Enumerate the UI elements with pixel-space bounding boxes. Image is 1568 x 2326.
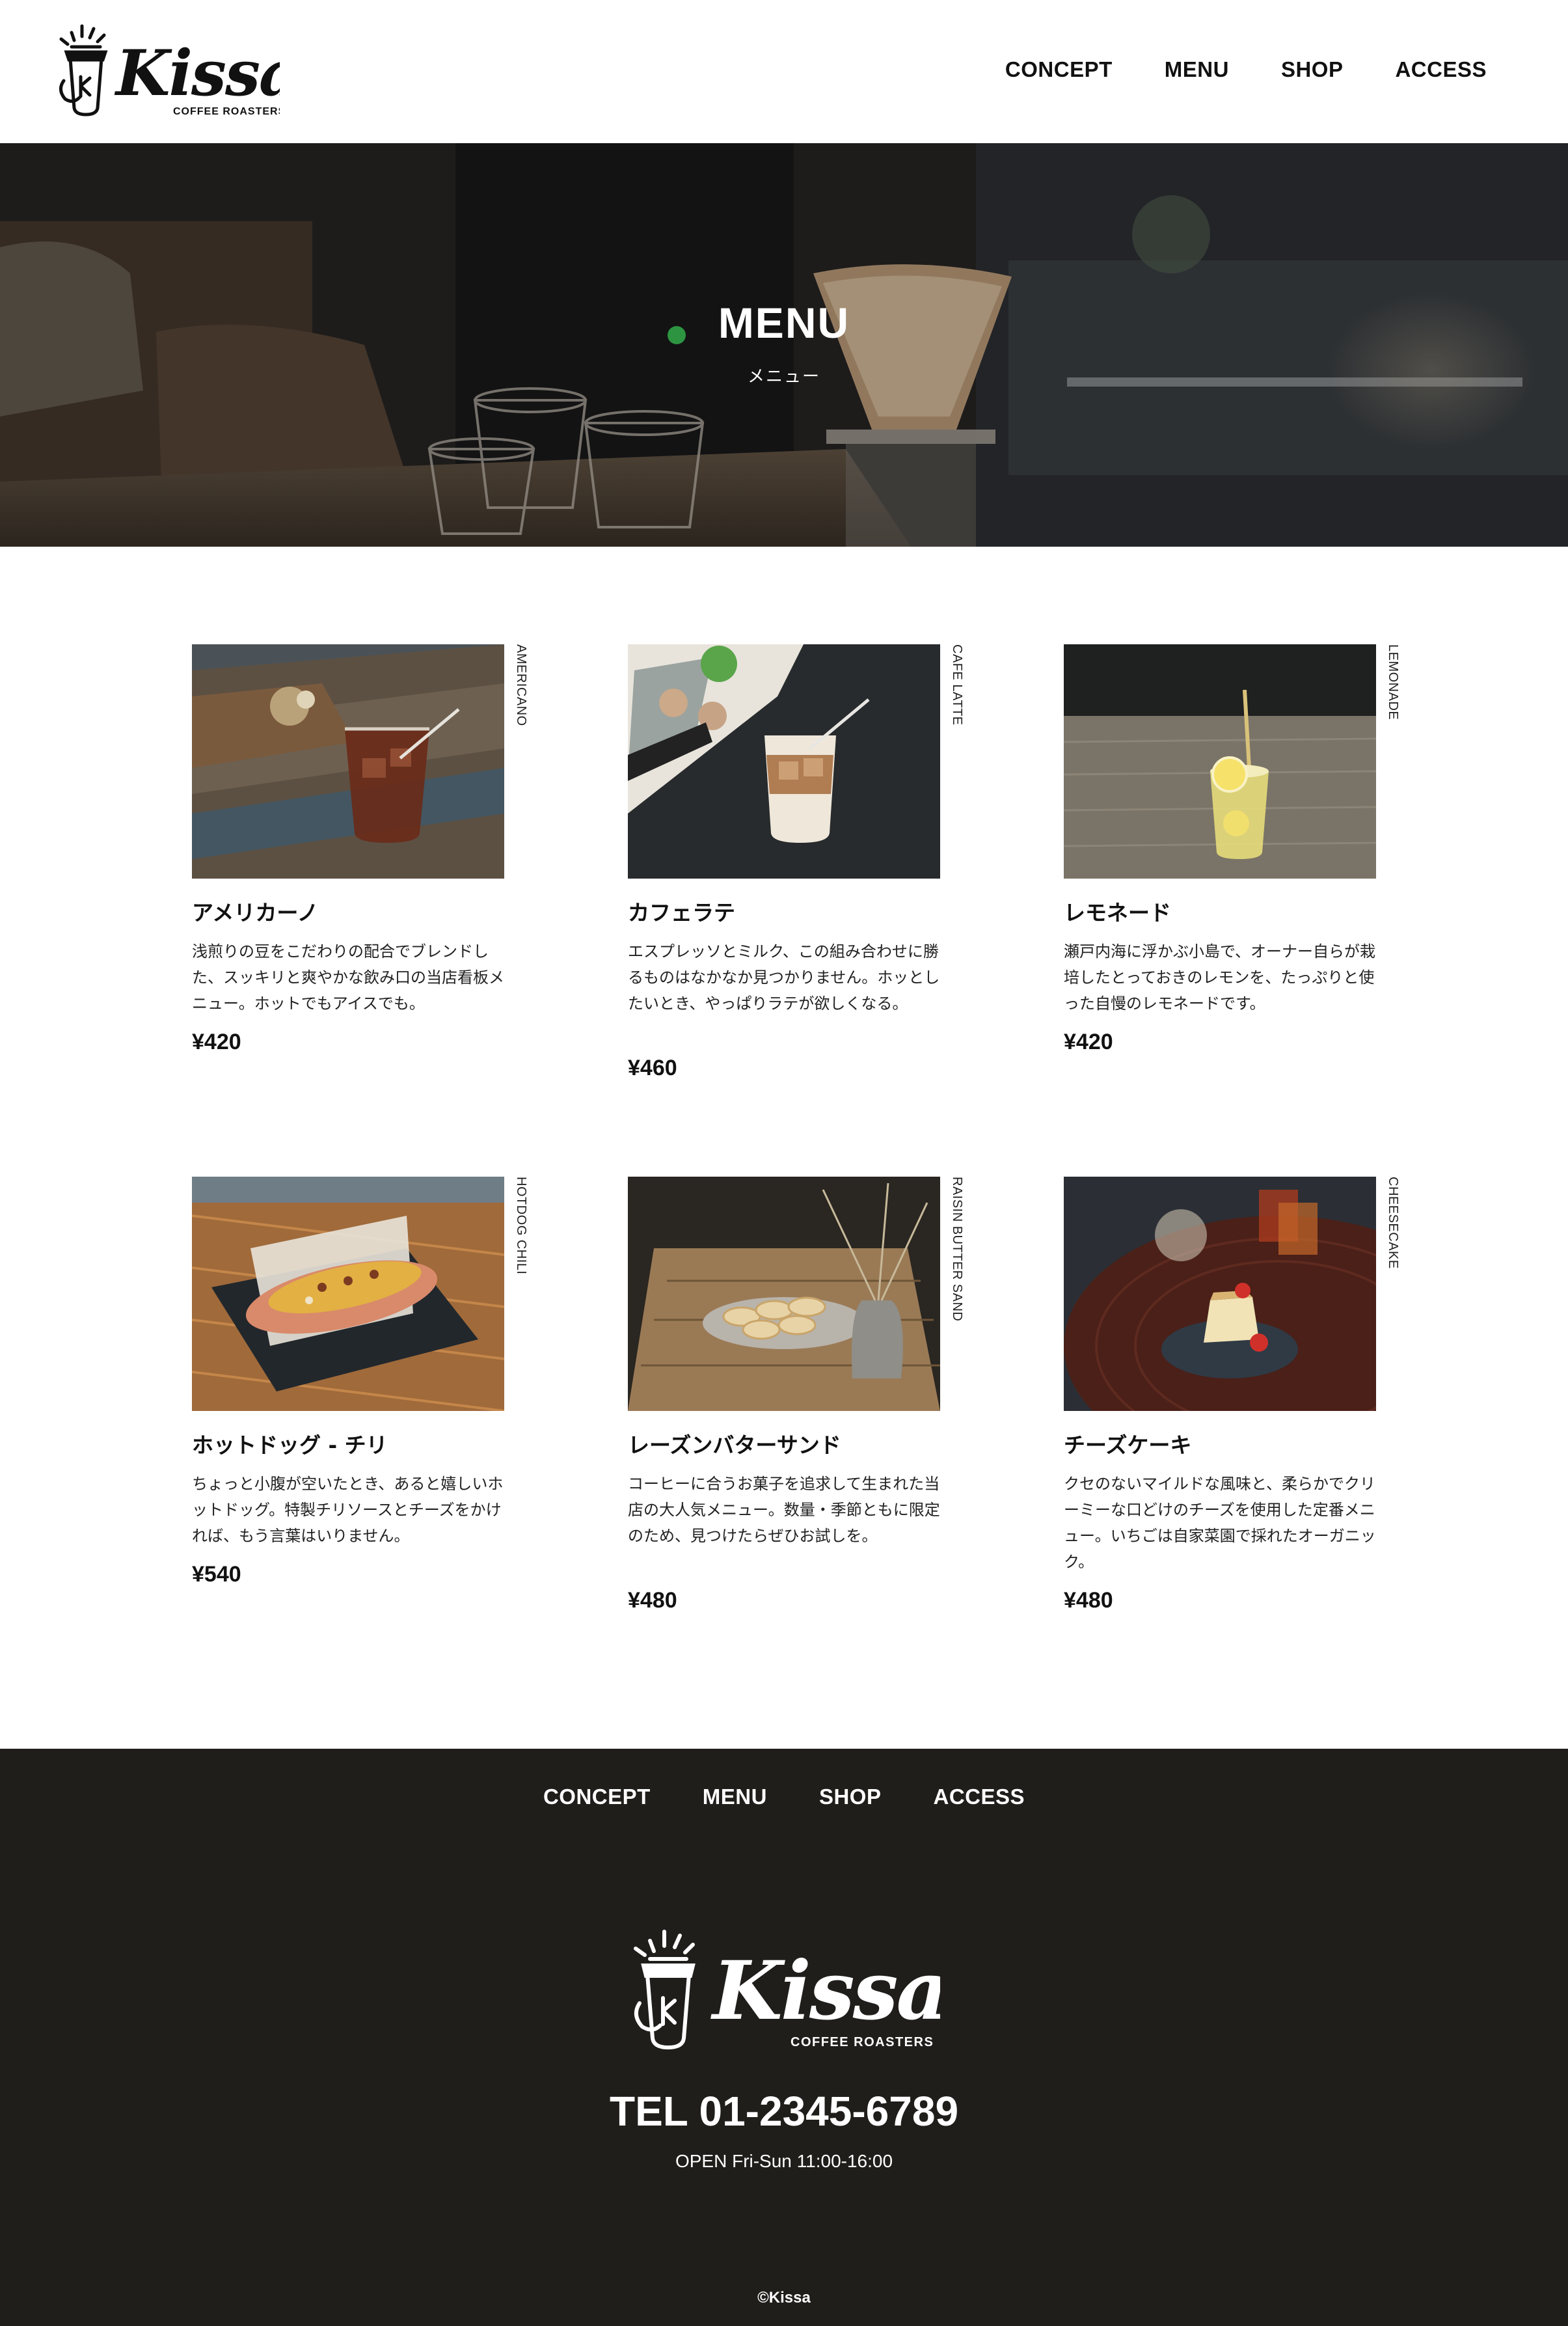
menu-item-name: ホットドッグ - チリ [192, 1432, 388, 1458]
footer-hours: OPEN Fri-Sun 11:00-16:00 [675, 2151, 893, 2171]
header-nav: CONCEPT MENU SHOP ACCESS [1005, 57, 1487, 82]
menu-label-en: AMERICANO [514, 644, 528, 726]
menu-item-description: エスプレッソとミルク、この組み合わせに勝るものはなかなか見つかりません。ホッとし… [628, 942, 940, 1013]
menu-item-name: チーズケーキ [1064, 1432, 1192, 1458]
menu-item-description: ちょっと小腹が空いたとき、あると嬉しいホットドッグ。特製チリソースとチーズをかけ… [192, 1475, 504, 1545]
menu-item-name: レモネード [1064, 900, 1171, 925]
site-header: Kissa COFFEE ROASTERS CONCEPT MENU SHOP … [0, 0, 1568, 143]
menu-label-en: CHEESECAKE [1386, 1177, 1400, 1269]
svg-text:Kissa: Kissa [114, 36, 280, 110]
menu-item-description: 瀬戸内海に浮かぶ小島で、オーナー自らが栽培したとっておきのレモンを、たっぷりと使… [1064, 942, 1376, 1013]
menu-item-price: ¥480 [628, 1588, 677, 1613]
menu-item-description: コーヒーに合うお菓子を追求して生まれた当店の大人気メニュー。数量・季節ともに限定… [628, 1475, 940, 1545]
menu-card-lemonade[interactable]: LEMONADE レモネード 瀬戸内海に浮かぶ小島で、オーナー自らが栽培したとっ… [1064, 644, 1402, 1177]
menu-item-name: レーズンバターサンド [628, 1432, 841, 1458]
menu-label-en: CAFE LATTE [950, 644, 964, 726]
cafe-latte-photo[interactable] [628, 644, 940, 879]
kissa-logo[interactable]: Kissa COFFEE ROASTERS [52, 18, 280, 122]
nav-access[interactable]: ACCESS [1395, 57, 1487, 82]
menu-card-americano[interactable]: AMERICANO アメリカーノ 浅煎りの豆をこだわりの配合でブレンドした、スッ… [192, 644, 530, 1177]
svg-text:COFFEE ROASTERS: COFFEE ROASTERS [173, 106, 280, 117]
menu-item-description: クセのないマイルドな風味と、柔らかでクリーミーな口どけのチーズを使用した定番メニ… [1064, 1475, 1376, 1571]
menu-item-price: ¥460 [628, 1056, 677, 1080]
menu-label-en: HOTDOG CHILI [514, 1177, 528, 1275]
menu-card-raisin-butter-sand[interactable]: RAISIN BUTTER SAND レーズンバターサンド コーヒーに合うお菓子… [628, 1177, 966, 1709]
footer-nav-access[interactable]: ACCESS [934, 1785, 1025, 1809]
page-title: MENU [718, 299, 850, 347]
hero-banner: MENU メニュー [0, 143, 1568, 547]
cheesecake-photo[interactable] [1064, 1177, 1376, 1411]
menu-card-hotdog-chili[interactable]: HOTDOG CHILI ホットドッグ - チリ ちょっと小腹が空いたとき、ある… [192, 1177, 530, 1709]
menu-item-price: ¥420 [192, 1030, 241, 1054]
nav-concept[interactable]: CONCEPT [1005, 57, 1113, 82]
menu-label-en: RAISIN BUTTER SAND [950, 1177, 964, 1322]
nav-shop[interactable]: SHOP [1281, 57, 1344, 82]
footer-nav-concept[interactable]: CONCEPT [543, 1785, 651, 1809]
svg-text:COFFEE ROASTERS: COFFEE ROASTERS [791, 2035, 934, 2049]
footer-copyright: ©Kissa [757, 2289, 811, 2306]
raisin-butter-sand-photo[interactable] [628, 1177, 940, 1411]
menu-card-cheesecake[interactable]: CHEESECAKE チーズケーキ クセのないマイルドな風味と、柔らかでクリーミ… [1064, 1177, 1402, 1709]
hotdog-chili-photo[interactable] [192, 1177, 504, 1411]
svg-text:Kissa: Kissa [710, 1944, 940, 2038]
americano-photo[interactable] [192, 644, 504, 879]
nav-menu[interactable]: MENU [1165, 57, 1229, 82]
page-subtitle: メニュー [747, 367, 820, 387]
menu-label-en: LEMONADE [1386, 644, 1400, 720]
footer-logo[interactable]: Kissa COFFEE ROASTERS [628, 1921, 940, 2058]
menu-item-name: アメリカーノ [192, 900, 319, 925]
menu-grid: AMERICANO アメリカーノ 浅煎りの豆をこだわりの配合でブレンドした、スッ… [192, 644, 1400, 1709]
menu-item-price: ¥540 [192, 1562, 241, 1587]
menu-item-description: 浅煎りの豆をこだわりの配合でブレンドした、スッキリと爽やかな飲み口の当店看板メニ… [192, 942, 504, 1013]
footer-nav: CONCEPT MENU SHOP ACCESS [0, 1785, 1568, 1809]
menu-item-price: ¥420 [1064, 1030, 1113, 1054]
site-footer: CONCEPT MENU SHOP ACCESS Kissa COFFEE RO… [0, 1749, 1568, 2326]
footer-tel[interactable]: TEL 01-2345-6789 [0, 2087, 1568, 2135]
lemonade-photo[interactable] [1064, 644, 1376, 879]
menu-item-name: カフェラテ [628, 900, 735, 925]
footer-nav-shop[interactable]: SHOP [819, 1785, 882, 1809]
menu-item-price: ¥480 [1064, 1588, 1113, 1613]
menu-card-cafe-latte[interactable]: CAFE LATTE カフェラテ エスプレッソとミルク、この組み合わせに勝るもの… [628, 644, 966, 1177]
footer-nav-menu[interactable]: MENU [703, 1785, 767, 1809]
